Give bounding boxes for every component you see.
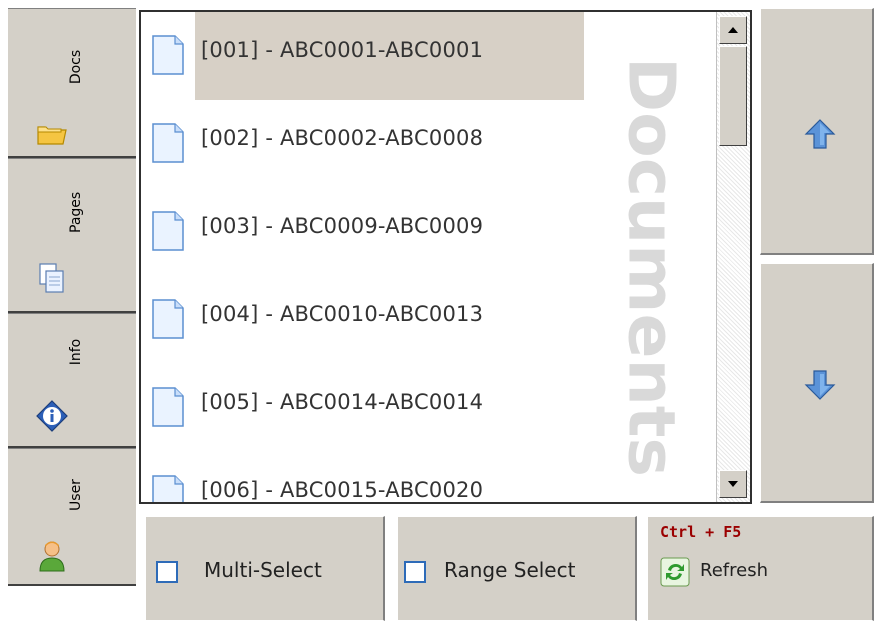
- scrollbar-thumb[interactable]: [719, 46, 747, 146]
- sidebar-tabs: Docs Pages Info User: [0, 0, 139, 621]
- arrow-up-icon: [804, 119, 836, 149]
- tab-docs[interactable]: Docs: [8, 8, 136, 158]
- document-icon: [152, 123, 184, 163]
- pages-icon: [39, 263, 64, 293]
- documents-watermark: Documents: [613, 57, 687, 477]
- scroll-up-arrow-icon: [728, 27, 738, 33]
- user-icon: [39, 541, 65, 572]
- scroll-down-arrow-icon: [728, 481, 738, 487]
- document-icon: [152, 211, 184, 251]
- arrow-down-icon: [804, 370, 836, 400]
- document-icon: [152, 475, 184, 502]
- range-select-checkbox[interactable]: [404, 561, 426, 583]
- multi-select-toggle[interactable]: Multi-Select: [145, 516, 385, 621]
- watermark-text: Documents: [613, 57, 687, 477]
- vertical-scrollbar[interactable]: [716, 12, 750, 502]
- refresh-icon: [660, 557, 690, 587]
- page-up-button[interactable]: [760, 8, 874, 255]
- document-icon: [152, 299, 184, 339]
- multi-select-checkbox[interactable]: [156, 561, 178, 583]
- page-down-button[interactable]: [760, 263, 874, 503]
- scroll-down-button[interactable]: [719, 470, 747, 498]
- tab-user-label: User: [68, 479, 84, 511]
- tab-pages[interactable]: Pages: [8, 158, 136, 313]
- tab-info[interactable]: Info: [8, 313, 136, 448]
- folder-icon: [37, 126, 67, 145]
- tab-pages-label: Pages: [68, 191, 84, 233]
- tab-info-label: Info: [68, 338, 84, 366]
- range-select-toggle[interactable]: Range Select: [397, 516, 637, 621]
- document-icon: [152, 35, 184, 75]
- multi-select-label: Multi-Select: [204, 558, 322, 582]
- action-bar: Multi-Select Range Select Ctrl + F5 Refr…: [139, 504, 874, 621]
- scroll-up-button[interactable]: [719, 16, 747, 44]
- list-item-label: [004] - ABC0010-ABC0013: [201, 302, 484, 326]
- document-list: [001] - ABC0001-ABC0001 [002] - ABC0002-…: [139, 10, 752, 504]
- list-item-label: [006] - ABC0015-ABC0020: [201, 478, 484, 502]
- document-icon: [152, 387, 184, 427]
- tab-user[interactable]: User: [8, 448, 136, 586]
- list-item-label: [002] - ABC0002-ABC0008: [201, 126, 484, 150]
- list-item-label: [001] - ABC0001-ABC0001: [201, 38, 484, 62]
- range-select-label: Range Select: [444, 558, 576, 582]
- refresh-label: Refresh: [700, 560, 768, 581]
- tab-docs-label: Docs: [68, 49, 84, 85]
- list-item-label: [003] - ABC0009-ABC0009: [201, 214, 484, 238]
- list-item-label: [005] - ABC0014-ABC0014: [201, 390, 484, 414]
- refresh-shortcut-label: Ctrl + F5: [660, 523, 742, 541]
- info-icon: [36, 400, 68, 432]
- refresh-button[interactable]: Ctrl + F5 Refresh: [647, 516, 874, 621]
